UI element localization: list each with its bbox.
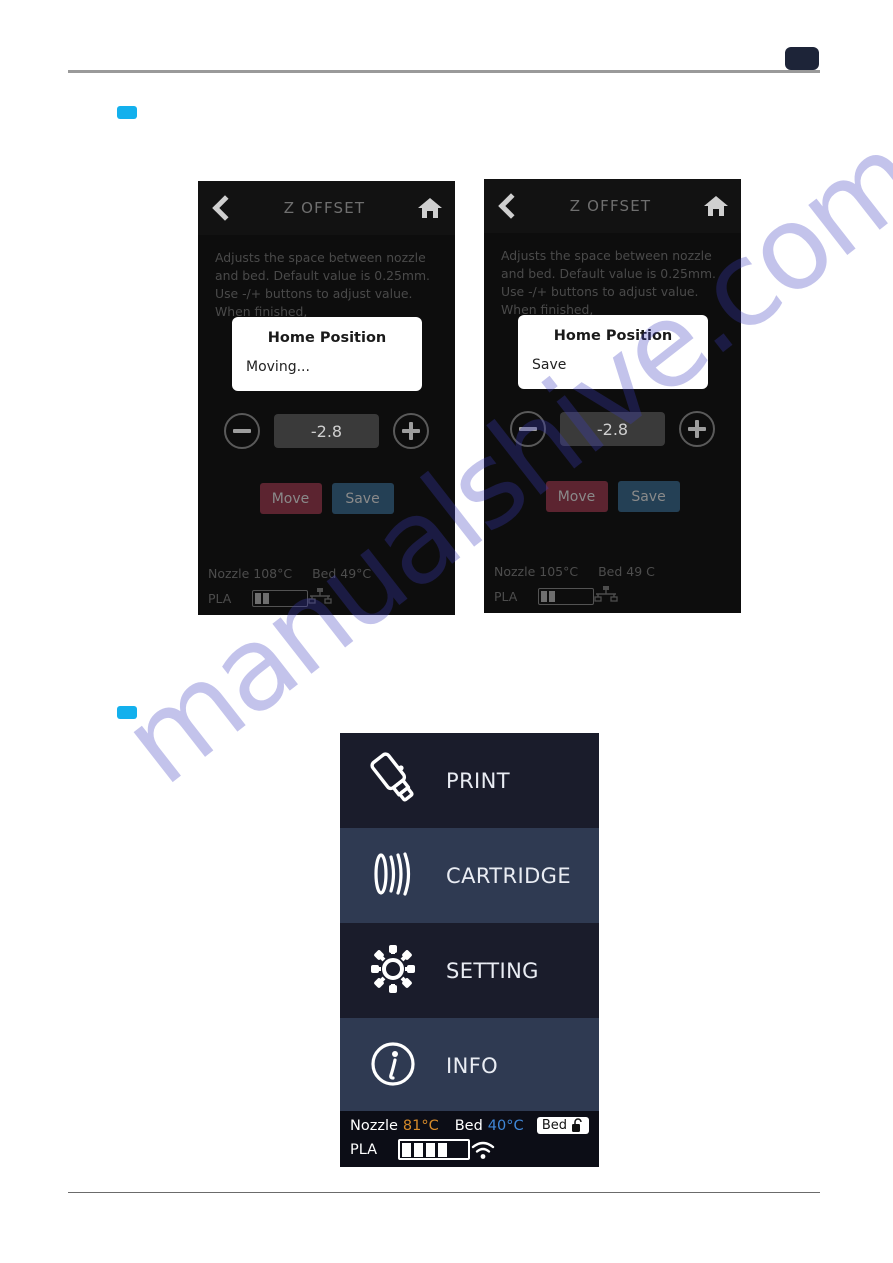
wifi-icon [470, 1140, 496, 1160]
z2-decrement-button[interactable] [510, 411, 546, 447]
z2-increment-button[interactable] [679, 411, 715, 447]
menu-nozzle-value: 81°C [402, 1117, 439, 1134]
z2-nozzle-label: Nozzle [494, 564, 536, 579]
back-chevron-icon[interactable] [210, 195, 232, 221]
menu-nozzle-label: Nozzle [350, 1117, 398, 1134]
menu-item-cartridge[interactable]: CARTRIDGE [340, 828, 599, 923]
ethernet-icon [594, 585, 618, 607]
info-icon [362, 1035, 424, 1097]
z1-title: Z OFFSET [283, 199, 366, 217]
z2-dialog-title: Home Position [553, 328, 673, 344]
menu-label-info: INFO [446, 1053, 499, 1078]
z2-move-button[interactable]: Move [545, 481, 608, 512]
home-icon[interactable] [703, 194, 729, 218]
z1-bed-value: 49°C [340, 566, 372, 581]
menu-item-info[interactable]: INFO [340, 1018, 599, 1113]
z2-action-row: Move Save [484, 481, 741, 512]
z2-home-position-dialog: Home Position Save [518, 315, 708, 389]
menu-bed-label: Bed [454, 1117, 483, 1134]
z1-material-line: PLA [208, 587, 445, 609]
menu-status-bar: Nozzle 81°C Bed 40°C Bed PLA [340, 1111, 599, 1167]
z1-material-label: PLA [208, 590, 232, 606]
z1-dialog-body: Moving... [246, 359, 310, 375]
header-divider [68, 70, 820, 73]
unlocked-padlock-icon [571, 1118, 584, 1133]
z2-status-bar: Nozzle 105°C Bed 49 C PLA [484, 564, 741, 613]
z1-nozzle-value: 108°C [253, 566, 293, 581]
menu-filament-gauge [398, 1139, 470, 1160]
z2-topbar: Z OFFSET [484, 179, 741, 233]
z-offset-screen-moving: Z OFFSET Adjusts the space between nozzl… [198, 181, 455, 615]
menu-temperature-line: Nozzle 81°C Bed 40°C Bed [350, 1117, 589, 1134]
footer-divider [68, 1192, 820, 1193]
z1-topbar: Z OFFSET [198, 181, 455, 235]
z2-temperature-line: Nozzle 105°C Bed 49 C [494, 564, 731, 585]
z2-stepper-row: -2.8 [484, 411, 741, 447]
back-chevron-icon[interactable] [496, 193, 518, 219]
main-menu-screen: PRINT CARTRIDGE SETTING INFO Nozzle 81°C… [340, 733, 599, 1167]
z1-move-button[interactable]: Move [259, 483, 322, 514]
z2-material-line: PLA [494, 585, 731, 607]
bed-chip-label: Bed [541, 1118, 567, 1133]
menu-material-label: PLA [350, 1141, 378, 1158]
z-offset-screen-save: Z OFFSET Adjusts the space between nozzl… [484, 179, 741, 613]
section-marker-1 [117, 106, 137, 119]
gear-icon [362, 940, 424, 1002]
z2-filament-gauge [538, 587, 594, 605]
z2-dialog-body: Save [532, 357, 567, 373]
section-marker-2 [117, 706, 137, 719]
z1-status-bar: Nozzle 108°C Bed 49°C PLA [198, 566, 455, 615]
manual-page: Z OFFSET Adjusts the space between nozzl… [0, 0, 893, 1263]
bed-lock-chip[interactable]: Bed [536, 1117, 589, 1134]
z2-description: Adjusts the space between nozzle and bed… [501, 248, 716, 317]
usb-drive-icon [362, 750, 424, 812]
z1-description: Adjusts the space between nozzle and bed… [215, 250, 430, 319]
z2-title: Z OFFSET [569, 197, 652, 215]
menu-item-setting[interactable]: SETTING [340, 923, 599, 1018]
z1-decrement-button[interactable] [224, 413, 260, 449]
home-icon[interactable] [417, 196, 443, 220]
z2-bed-value: 49 C [626, 564, 655, 579]
z1-save-button[interactable]: Save [331, 483, 394, 514]
header-page-badge [785, 47, 819, 70]
z2-bed-label: Bed [598, 564, 623, 579]
z2-nozzle-value: 105°C [539, 564, 579, 579]
menu-label-setting: SETTING [446, 958, 539, 983]
z1-action-row: Move Save [198, 483, 455, 514]
z1-nozzle-label: Nozzle [208, 566, 250, 581]
z1-filament-gauge [252, 589, 308, 607]
z2-value-display: -2.8 [560, 412, 665, 446]
z1-stepper-row: -2.8 [198, 413, 455, 449]
z1-increment-button[interactable] [393, 413, 429, 449]
z1-value-display: -2.8 [274, 414, 379, 448]
menu-label-cartridge: CARTRIDGE [446, 863, 572, 888]
menu-bed-value: 40°C [487, 1117, 524, 1134]
z1-temperature-line: Nozzle 108°C Bed 49°C [208, 566, 445, 587]
cartridge-nfc-icon [362, 845, 424, 907]
z1-home-position-dialog: Home Position Moving... [232, 317, 422, 391]
z1-bed-label: Bed [312, 566, 337, 581]
ethernet-icon [308, 587, 332, 609]
menu-label-print: PRINT [446, 768, 510, 793]
menu-item-print[interactable]: PRINT [340, 733, 599, 828]
z1-dialog-title: Home Position [267, 330, 387, 346]
menu-material-line: PLA [350, 1139, 589, 1160]
z2-material-label: PLA [494, 588, 518, 604]
z2-save-button[interactable]: Save [617, 481, 680, 512]
